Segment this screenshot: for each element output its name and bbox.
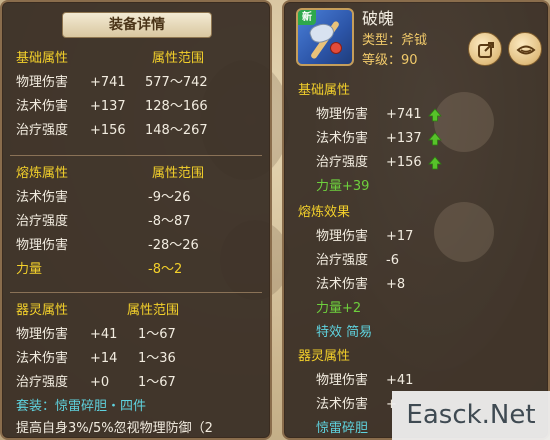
equipment-detail-panel: 装备详情 基础属性 属性范围 物理伤害 +741 577～742 法术伤害 +1… — [0, 0, 272, 440]
panel-title: 装备详情 — [62, 12, 212, 38]
share-button[interactable] — [468, 32, 502, 66]
attr-name: 物理伤害 — [316, 373, 369, 388]
new-badge: 新 — [298, 10, 316, 25]
attr-range: 148～267 — [145, 123, 208, 138]
attr-range: 1～67 — [138, 327, 176, 342]
eye-icon — [516, 45, 536, 55]
attr-name: 物理伤害 — [16, 75, 69, 90]
set-bonus-name: 套装：惊雷碎胆・四件 — [16, 399, 147, 414]
attr-name: 治疗强度 — [316, 155, 369, 170]
scene-ghost — [434, 202, 494, 262]
refine-effect-header: 熔炼效果 — [298, 205, 351, 220]
preview-button[interactable] — [508, 32, 542, 66]
attr-value: +156 — [386, 155, 422, 170]
set-bonus-description: 提高自身3%/5%忽视物理防御（2 — [16, 421, 213, 436]
attr-name: 治疗强度 — [16, 123, 69, 138]
attr-value: +41 — [90, 327, 118, 342]
attr-range: -8～87 — [148, 214, 191, 229]
attr-name: 法术伤害 — [316, 277, 369, 292]
attr-name: 法术伤害 — [16, 351, 69, 366]
item-portrait[interactable]: 新 — [296, 8, 354, 66]
item-type: 类型：斧钺 — [362, 33, 428, 48]
attr-value: -6 — [386, 253, 399, 268]
attr-value: +41 — [386, 373, 414, 388]
attr-name: 法术伤害 — [16, 99, 69, 114]
special-attr-range: -8～2 — [148, 262, 183, 277]
attr-range: -28～26 — [148, 238, 199, 253]
up-arrow-icon — [428, 156, 442, 170]
attr-range: 1～36 — [138, 351, 176, 366]
spirit-attr-header: 器灵属性 — [298, 349, 351, 364]
attr-name: 物理伤害 — [16, 238, 69, 253]
attr-value: +137 — [90, 99, 126, 114]
basic-attr-header: 基础属性 — [298, 83, 351, 98]
attr-range: 577～742 — [145, 75, 208, 90]
attr-value: +17 — [386, 229, 414, 244]
attr-name: 法术伤害 — [16, 190, 69, 205]
up-arrow-icon — [428, 132, 442, 146]
attr-value: +0 — [90, 375, 110, 390]
up-arrow-icon — [428, 108, 442, 122]
attr-value: +741 — [90, 75, 126, 90]
attr-range: 128～166 — [145, 99, 208, 114]
attr-value: +156 — [90, 123, 126, 138]
share-icon — [478, 42, 494, 58]
item-info-panel: 新 破魄 类型：斧钺 等级：90 基础属性 物理伤害 +741 法术伤害 +13… — [282, 0, 550, 440]
section-divider — [10, 292, 262, 293]
attr-value: +14 — [90, 351, 118, 366]
attr-name: 法术伤害 — [316, 131, 369, 146]
gem-icon — [330, 42, 342, 54]
refine-attr-header: 熔炼属性 — [16, 166, 69, 181]
basic-bonus: 力量+39 — [316, 179, 370, 194]
attr-range: 1～67 — [138, 375, 176, 390]
basic-range-header: 属性范围 — [152, 51, 205, 66]
attr-name: 治疗强度 — [16, 214, 69, 229]
special-effect: 特效 简易 — [316, 325, 373, 340]
attr-value: +741 — [386, 107, 422, 122]
refine-range-header: 属性范围 — [152, 166, 205, 181]
attr-name: 物理伤害 — [316, 229, 369, 244]
special-attr-name: 力量 — [16, 262, 43, 277]
attr-name: 法术伤害 — [316, 397, 369, 412]
attr-value: +8 — [386, 277, 406, 292]
set-bonus-name: 惊雷碎胆 — [316, 421, 369, 436]
attr-name: 治疗强度 — [316, 253, 369, 268]
scene-ghost — [434, 92, 494, 152]
watermark: Easck.Net — [392, 391, 550, 440]
spirit-attr-header: 器灵属性 — [16, 303, 69, 318]
attr-name: 物理伤害 — [16, 327, 69, 342]
attr-range: -9～26 — [148, 190, 191, 205]
refine-bonus: 力量+2 — [316, 301, 362, 316]
item-name: 破魄 — [362, 9, 395, 28]
item-level: 等级：90 — [362, 53, 418, 68]
section-divider — [10, 155, 262, 156]
attr-name: 治疗强度 — [16, 375, 69, 390]
basic-attr-header: 基础属性 — [16, 51, 69, 66]
attr-value: +137 — [386, 131, 422, 146]
attr-name: 物理伤害 — [316, 107, 369, 122]
spirit-range-header: 属性范围 — [127, 303, 180, 318]
